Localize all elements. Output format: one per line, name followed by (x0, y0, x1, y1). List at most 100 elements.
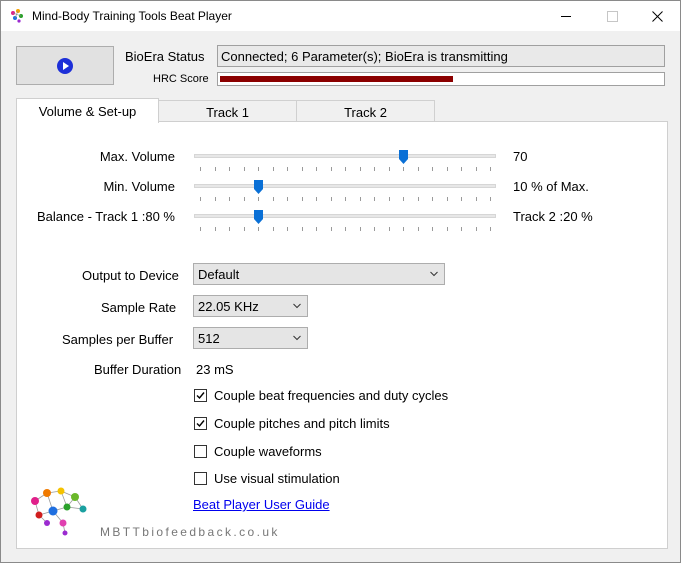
slider-tick (432, 227, 433, 231)
slider-tick (331, 197, 332, 201)
min-volume-ticks (200, 197, 491, 202)
hrc-score-label: HRC Score (153, 73, 209, 85)
slider-tick (200, 227, 201, 231)
slider-tick (403, 227, 404, 231)
maximize-button[interactable] (589, 1, 635, 31)
samples-per-buffer-select[interactable]: 512 (193, 327, 308, 349)
slider-tick (229, 227, 230, 231)
slider-tick (200, 197, 201, 201)
max-volume-slider[interactable] (194, 154, 496, 158)
couple-pitches-checkbox[interactable]: Couple pitches and pitch limits (194, 415, 390, 431)
bioera-status-text: Connected; 6 Parameter(s); BioEra is tra… (221, 49, 508, 64)
slider-tick (287, 197, 288, 201)
couple-beat-frequencies-checkbox[interactable]: Couple beat frequencies and duty cycles (194, 387, 448, 403)
tab-volume-setup[interactable]: Volume & Set-up (16, 98, 159, 123)
slider-tick (302, 197, 303, 201)
checkbox-label: Couple beat frequencies and duty cycles (214, 387, 449, 403)
balance-slider[interactable] (194, 214, 496, 218)
checkbox-box[interactable] (194, 416, 207, 430)
chevron-down-icon (430, 271, 438, 277)
window-title: Mind-Body Training Tools Beat Player (32, 9, 232, 23)
bioera-status-field: Connected; 6 Parameter(s); BioEra is tra… (217, 45, 665, 67)
sample-rate-select[interactable]: 22.05 KHz (193, 295, 308, 317)
max-volume-value: 70 (513, 149, 528, 164)
slider-tick (374, 167, 375, 171)
slider-tick (244, 167, 245, 171)
maximize-icon (606, 10, 618, 22)
slider-tick (447, 227, 448, 231)
slider-tick (490, 197, 491, 201)
balance-track2-value: Track 2 :20 % (513, 209, 593, 224)
app-logo-icon (11, 9, 23, 23)
tab-track-2[interactable]: Track 2 (296, 100, 435, 123)
min-volume-label: Min. Volume (103, 179, 175, 194)
slider-tick (287, 227, 288, 231)
output-device-select[interactable]: Default (193, 263, 445, 285)
slider-tick (331, 227, 332, 231)
slider-tick (389, 197, 390, 201)
sample-rate-label: Sample Rate (101, 300, 177, 315)
checkbox-box[interactable] (194, 444, 207, 458)
slider-tick (244, 197, 245, 201)
close-icon (651, 10, 663, 22)
slider-tick (476, 227, 477, 231)
slider-tick (258, 167, 259, 171)
slider-tick (418, 167, 419, 171)
slider-tick (215, 227, 216, 231)
min-volume-slider[interactable] (194, 184, 496, 188)
play-icon (57, 57, 73, 74)
slider-tick (432, 197, 433, 201)
slider-tick (490, 227, 491, 231)
checkmark-icon (196, 419, 205, 427)
tab-track-1[interactable]: Track 1 (158, 100, 297, 123)
slider-tick (360, 167, 361, 171)
checkbox-label: Couple pitches and pitch limits (214, 415, 390, 431)
checkbox-box[interactable] (194, 471, 207, 485)
slider-tick (418, 197, 419, 201)
min-volume-value: 10 % of Max. (513, 179, 589, 194)
minimize-icon (561, 15, 571, 17)
title-bar[interactable]: Mind-Body Training Tools Beat Player (1, 1, 680, 31)
hrc-score-fill (220, 76, 453, 82)
buffer-duration-label: Buffer Duration (94, 362, 182, 377)
play-button[interactable] (16, 46, 114, 85)
samples-per-buffer-label: Samples per Buffer (62, 332, 174, 347)
slider-tick (331, 167, 332, 171)
slider-tick (476, 167, 477, 171)
slider-tick (215, 167, 216, 171)
close-button[interactable] (634, 1, 680, 31)
chevron-down-icon (293, 335, 301, 341)
tab-label: Track 1 (206, 104, 249, 120)
minimize-button[interactable] (543, 1, 589, 31)
sample-rate-value: 22.05 KHz (198, 299, 259, 314)
max-volume-thumb[interactable] (399, 150, 408, 164)
slider-tick (215, 197, 216, 201)
slider-tick (273, 227, 274, 231)
slider-tick (389, 227, 390, 231)
checkmark-icon (196, 391, 205, 399)
slider-tick (374, 227, 375, 231)
slider-tick (447, 167, 448, 171)
slider-tick (447, 197, 448, 201)
user-guide-link[interactable]: Beat Player User Guide (193, 497, 330, 512)
brain-network-logo-icon (31, 487, 87, 536)
visual-stimulation-checkbox[interactable]: Use visual stimulation (194, 470, 340, 486)
slider-tick (258, 197, 259, 201)
slider-tick (461, 197, 462, 201)
slider-tick (374, 197, 375, 201)
slider-tick (302, 227, 303, 231)
slider-tick (389, 167, 390, 171)
app-window: Mind-Body Training Tools Beat Player Bio… (0, 0, 681, 563)
couple-waveforms-checkbox[interactable]: Couple waveforms (194, 443, 322, 459)
slider-tick (316, 167, 317, 171)
balance-ticks (200, 227, 491, 232)
checkbox-label: Couple waveforms (214, 443, 322, 459)
slider-tick (316, 197, 317, 201)
logo-text: MBTTbiofeedback.co.uk (100, 525, 280, 539)
checkbox-box[interactable] (194, 388, 207, 402)
slider-tick (244, 227, 245, 231)
min-volume-thumb[interactable] (254, 180, 263, 194)
chevron-down-icon (293, 303, 301, 309)
balance-thumb[interactable] (254, 210, 263, 224)
balance-label: Balance - Track 1 :80 % (36, 209, 175, 224)
